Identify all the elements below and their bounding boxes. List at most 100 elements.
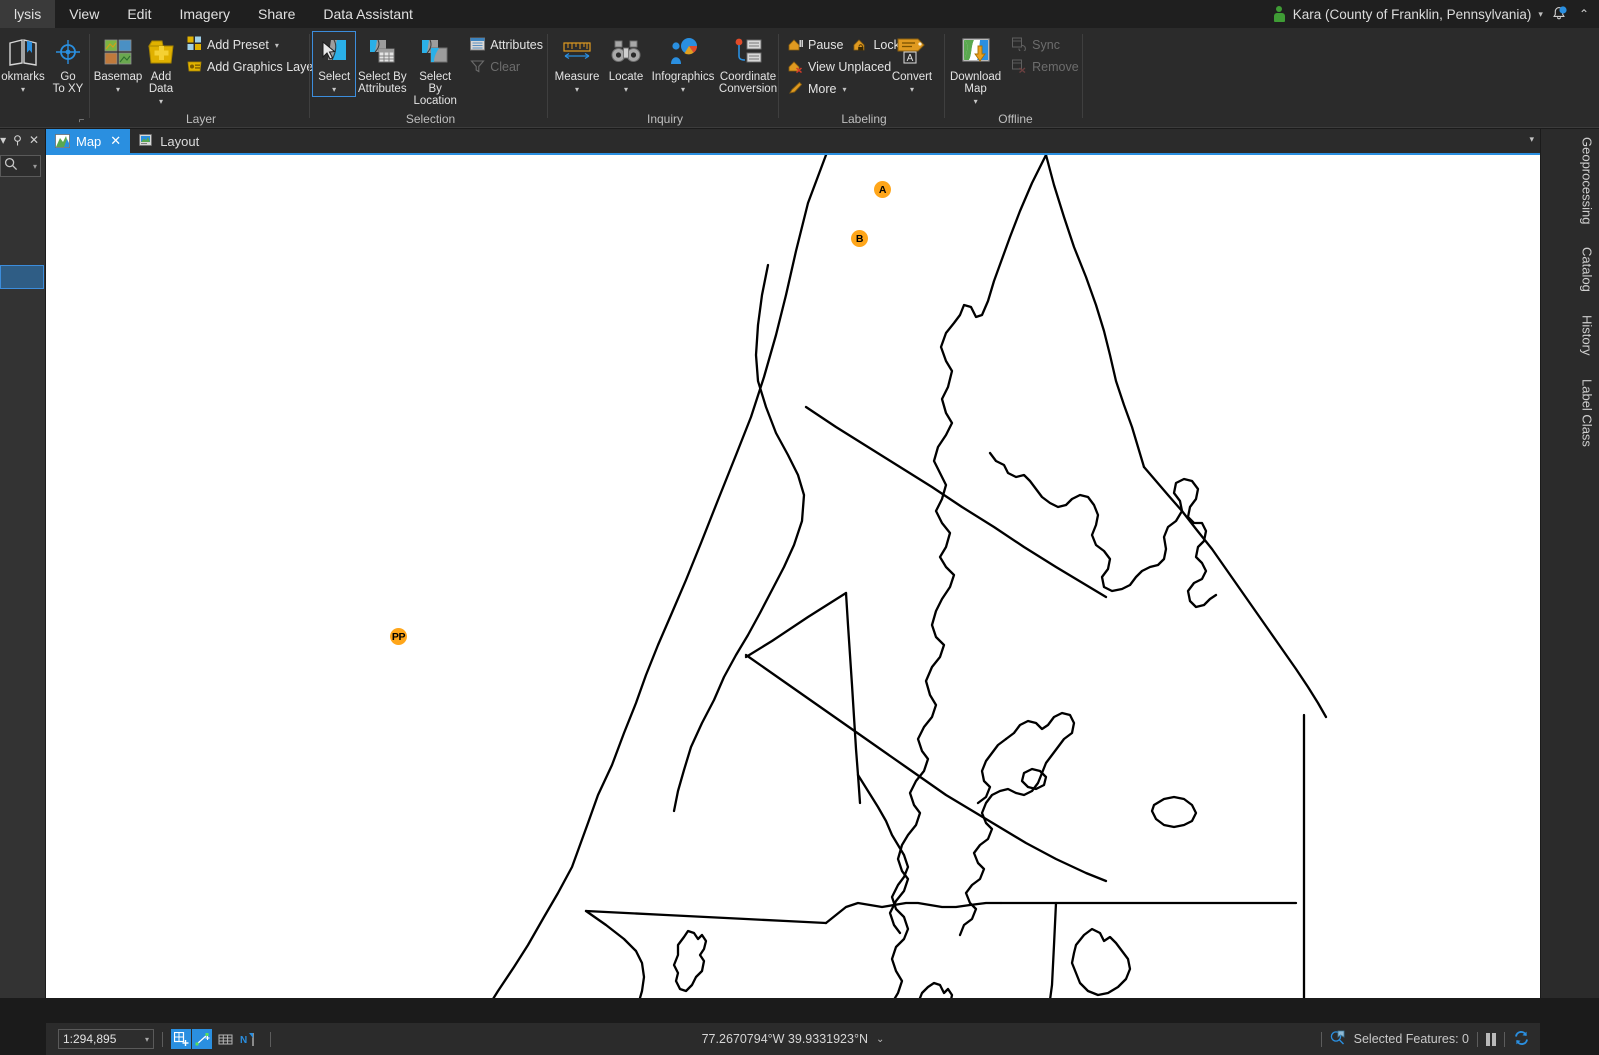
contents-pane: ▾ ⚲ ✕ ▾ (0, 129, 46, 998)
status-bar: 1:294,895 ▾ N 77.2670794°W 39.9331923°N … (0, 1023, 1599, 1055)
chevron-down-icon[interactable]: ▾ (21, 84, 25, 96)
panel-tab-geoprocessing[interactable]: Geoprocessing (1578, 129, 1597, 232)
chevron-down-icon[interactable]: ▾ (275, 41, 279, 50)
menu-imagery[interactable]: Imagery (165, 0, 244, 28)
infographics-button[interactable]: Infographics ▾ (649, 32, 717, 96)
search-icon (4, 157, 18, 176)
chevron-down-icon[interactable]: ▾ (159, 96, 163, 108)
attributes-button[interactable]: Attributes (465, 34, 548, 56)
menu-share[interactable]: Share (244, 0, 309, 28)
chevron-down-icon[interactable]: ▾ (910, 84, 914, 96)
map-marker-b[interactable]: B (851, 230, 868, 247)
add-preset-button[interactable]: Add Preset ▾ (182, 34, 322, 56)
contents-search-input[interactable]: ▾ (0, 155, 41, 177)
bookmarks-button[interactable]: okmarks ▾ (0, 32, 46, 96)
contents-selected-row[interactable] (0, 265, 44, 289)
group-layer: Basemap ▾ Add Data ▾ Add Preset ▾ Add Gr… (92, 28, 317, 128)
tab-layout[interactable]: Layout (130, 129, 208, 153)
chevron-down-icon[interactable]: ▾ (0, 133, 6, 147)
selected-features-icon (1330, 1030, 1346, 1048)
pause-drawing-button[interactable] (1486, 1032, 1496, 1046)
basemap-button[interactable]: Basemap ▾ (92, 32, 144, 96)
remove-offline-label: Remove (1032, 60, 1079, 74)
group-separator (309, 34, 310, 118)
infographics-icon (667, 35, 699, 69)
chevron-down-icon[interactable]: ▾ (624, 84, 628, 96)
edit-vertices-button[interactable] (192, 1029, 212, 1049)
menu-analysis[interactable]: lysis (0, 0, 56, 28)
snapping-button[interactable] (171, 1029, 191, 1049)
chevron-down-icon[interactable]: ⌄ (876, 1034, 884, 1045)
menu-edit[interactable]: Edit (113, 0, 165, 28)
map-marker-pp[interactable]: PP (390, 628, 407, 645)
panel-tab-label-class[interactable]: Label Class (1578, 371, 1597, 455)
group-inquiry-label: Inquiry (646, 112, 684, 126)
download-map-button[interactable]: Download Map ▾ (948, 32, 1003, 108)
map-view[interactable]: A B PP (46, 153, 1540, 998)
menu-view[interactable]: View (55, 0, 113, 28)
basemap-label: Basemap (93, 71, 143, 83)
coordinate-conversion-button[interactable]: Coordinate Conversion (717, 32, 779, 95)
convert-labels-button[interactable]: A Convert ▾ (887, 32, 937, 96)
chevron-down-icon[interactable]: ▾ (332, 84, 336, 96)
divider (1587, 232, 1588, 239)
menu-bar: lysis View Edit Imagery Share Data Assis… (0, 0, 1599, 28)
select-by-attributes-button[interactable]: Select By Attributes (355, 32, 409, 95)
tab-map[interactable]: Map ✕ (46, 129, 131, 153)
measure-icon (561, 35, 593, 69)
divider (1320, 1031, 1322, 1047)
remove-offline-button: Remove (1007, 56, 1084, 78)
measure-button[interactable]: Measure ▾ (551, 32, 603, 96)
select-button[interactable]: Select ▾ (311, 31, 357, 97)
group-layer-label: Layer (185, 112, 217, 126)
chevron-down-icon[interactable]: ▾ (681, 84, 685, 96)
close-icon[interactable]: ✕ (110, 133, 121, 149)
more-labeling-icon (788, 81, 803, 98)
group-separator (89, 34, 90, 118)
add-graphics-layer-icon (187, 58, 202, 76)
more-labeling-button[interactable]: More ▾ (783, 78, 887, 100)
notification-bell-icon[interactable] (1550, 5, 1568, 23)
dialog-launcher-icon[interactable]: ⌐ (76, 115, 87, 126)
north-arrow-button[interactable]: N (238, 1029, 262, 1049)
map-scale-selector[interactable]: 1:294,895 ▾ (58, 1029, 154, 1049)
refresh-button[interactable] (1513, 1030, 1530, 1049)
divider (162, 1031, 163, 1047)
select-by-location-icon (420, 35, 450, 69)
close-icon[interactable]: ✕ (29, 133, 39, 147)
chevron-down-icon[interactable]: ▾ (974, 96, 978, 108)
sync-button: Sync (1007, 34, 1084, 56)
select-by-location-button[interactable]: Select By Location (409, 32, 461, 107)
map-marker-a-label: A (878, 183, 887, 196)
go-to-xy-button[interactable]: Go To XY (46, 32, 90, 95)
chevron-down-icon[interactable]: ▾ (1538, 9, 1543, 20)
group-inquiry: Measure ▾ Locate ▾ Infographics ▾ Coordi… (551, 28, 779, 128)
add-graphics-layer-button[interactable]: Add Graphics Layer (182, 56, 322, 78)
locate-button[interactable]: Locate ▾ (603, 32, 649, 96)
menu-data-assistant[interactable]: Data Assistant (309, 0, 427, 28)
view-unplaced-button[interactable]: View Unplaced (783, 56, 891, 78)
grid-button[interactable] (215, 1029, 235, 1049)
pause-labeling-button[interactable]: Pause (783, 34, 848, 56)
cursor-coordinates[interactable]: 77.2670794°W 39.9331923°N ⌄ (702, 1032, 885, 1046)
download-map-icon (960, 35, 992, 69)
chevron-down-icon[interactable]: ▾ (145, 1035, 149, 1044)
add-data-button[interactable]: Add Data ▾ (144, 32, 178, 108)
binoculars-icon (611, 35, 641, 69)
pin-icon[interactable]: ⚲ (13, 133, 22, 147)
account-name[interactable]: Kara (County of Franklin, Pennsylvania) (1293, 7, 1532, 22)
panel-tab-catalog[interactable]: Catalog (1578, 239, 1597, 300)
clear-selection-button: Clear (465, 56, 548, 78)
map-marker-a[interactable]: A (874, 181, 891, 198)
download-map-label: Download Map (950, 71, 1002, 95)
tab-overflow-chevron-icon[interactable]: ▾ (1529, 134, 1534, 145)
collapse-ribbon-icon[interactable]: ⌃ (1575, 7, 1593, 21)
chevron-down-icon[interactable]: ▾ (116, 84, 120, 96)
chevron-down-icon[interactable]: ▾ (33, 162, 37, 171)
panel-tab-history[interactable]: History (1578, 307, 1597, 363)
chevron-down-icon[interactable]: ▾ (842, 85, 846, 94)
divider (1504, 1031, 1505, 1047)
chevron-down-icon[interactable]: ▾ (575, 84, 579, 96)
bookmarks-icon (7, 35, 39, 69)
status-bar-content: 1:294,895 ▾ N 77.2670794°W 39.9331923°N … (46, 1023, 1540, 1055)
